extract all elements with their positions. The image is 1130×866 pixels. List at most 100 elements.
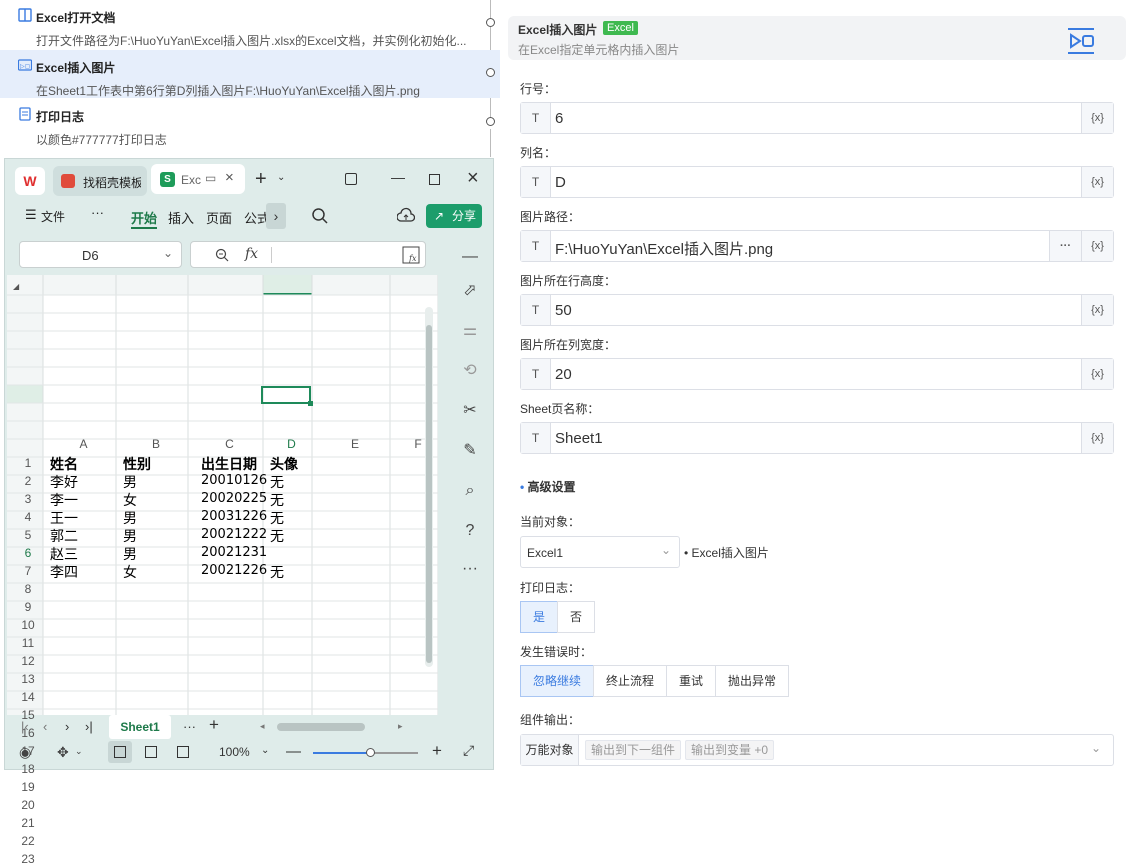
eye-icon[interactable]: ◉	[19, 744, 31, 761]
output-tag-variable[interactable]: 输出到变量 +0	[685, 740, 775, 760]
wps-logo[interactable]: W	[15, 167, 45, 195]
row-header[interactable]: 12	[11, 654, 45, 668]
flow-step-insert-image[interactable]: ▷▢ Excel插入图片 在Sheet1工作表中第6行第D列插入图片F:\Huo…	[0, 50, 500, 98]
connector-node[interactable]	[486, 68, 495, 77]
param-value[interactable]: Sheet1	[555, 430, 603, 447]
row-header[interactable]: 19	[11, 780, 45, 794]
page-layout-icon[interactable]	[145, 746, 157, 758]
vertical-scrollbar[interactable]	[425, 307, 433, 667]
table-cell[interactable]: 赵三	[50, 544, 78, 564]
zoom-slider[interactable]	[313, 748, 418, 757]
more-sheets-icon[interactable]: ···	[183, 719, 196, 734]
column-header[interactable]: C	[192, 435, 267, 453]
row-header[interactable]: 7	[11, 564, 45, 578]
chevron-down-icon[interactable]: ⌄	[163, 246, 173, 260]
table-cell[interactable]: 男	[123, 472, 137, 492]
param-input-4[interactable]: T 20 {x}	[520, 358, 1114, 390]
print-log-yes[interactable]: 是	[520, 601, 558, 633]
table-cell[interactable]: 男	[123, 544, 137, 564]
tools-icon[interactable]: ✂	[458, 399, 482, 423]
param-value[interactable]: F:\HuoYuYan\Excel插入图片.png	[555, 238, 773, 259]
print-log-no[interactable]: 否	[557, 601, 595, 633]
variable-button[interactable]: {x}	[1081, 103, 1113, 133]
param-input-2[interactable]: T F:\HuoYuYan\Excel插入图片.png ··· {x}	[520, 230, 1114, 262]
fx-icon[interactable]: fx	[245, 246, 258, 262]
column-header[interactable]: B	[120, 435, 192, 453]
table-cell[interactable]: 无	[270, 472, 284, 492]
table-cell[interactable]: 20031226	[201, 509, 267, 524]
pointer-icon[interactable]: ⬀	[458, 279, 482, 303]
table-cell[interactable]: 李四	[50, 562, 78, 582]
zoom-value[interactable]: 100%	[219, 745, 250, 759]
tab-insert[interactable]: 插入	[168, 208, 194, 227]
table-cell[interactable]: 出生日期	[201, 454, 257, 474]
page-break-icon[interactable]	[177, 746, 189, 758]
last-sheet-icon[interactable]: ›|	[85, 719, 93, 734]
table-cell[interactable]: 20020225	[201, 491, 267, 506]
add-sheet-icon[interactable]: +	[209, 715, 219, 735]
chevron-down-icon[interactable]: ⌄	[277, 172, 285, 183]
fullscreen-icon[interactable]: ⤢	[463, 742, 474, 759]
row-header[interactable]: 1	[11, 456, 45, 470]
variable-button[interactable]: {x}	[1081, 167, 1113, 197]
on-error-ignore[interactable]: 忽略继续	[520, 665, 594, 697]
row-header[interactable]: 6	[11, 546, 45, 560]
row-header[interactable]: 3	[11, 492, 45, 506]
reading-icon[interactable]: ⌕	[458, 479, 482, 503]
tab-document[interactable]: S Excel ▭ ×	[151, 164, 245, 194]
variable-button[interactable]: {x}	[1081, 231, 1113, 261]
minus-icon[interactable]: —	[458, 245, 482, 269]
more-icon[interactable]: ···	[458, 557, 482, 581]
close-icon[interactable]: ×	[225, 169, 234, 186]
table-cell[interactable]: 女	[123, 490, 137, 510]
scroll-left-icon[interactable]: ◂	[260, 721, 265, 732]
formula-bar[interactable]: fx fx	[190, 241, 426, 268]
add-tab-icon[interactable]: +	[255, 168, 267, 191]
transform-icon[interactable]: ⟲	[458, 359, 482, 383]
scroll-right-icon[interactable]: ▸	[398, 721, 403, 732]
param-value[interactable]: 50	[555, 302, 572, 319]
output-tag-next[interactable]: 输出到下一组件	[585, 740, 682, 760]
table-cell[interactable]: 头像	[270, 454, 298, 474]
table-cell[interactable]: 李好	[50, 472, 78, 492]
adjust-icon[interactable]: ⚌	[458, 319, 482, 343]
table-cell[interactable]: 20021231	[201, 545, 267, 560]
variable-button[interactable]: {x}	[1081, 423, 1113, 453]
tab-start[interactable]: 开始	[131, 208, 157, 227]
on-error-retry[interactable]: 重试	[666, 665, 716, 697]
row-header[interactable]: 23	[11, 852, 45, 866]
row-header[interactable]: 18	[11, 762, 45, 776]
table-cell[interactable]: 男	[123, 508, 137, 528]
search-icon[interactable]	[311, 207, 329, 225]
row-header[interactable]: 2	[11, 474, 45, 488]
connector-node[interactable]	[486, 18, 495, 27]
scrollbar-thumb[interactable]	[426, 325, 432, 663]
zoom-in-icon[interactable]: +	[432, 741, 442, 761]
row-header[interactable]: 13	[11, 672, 45, 686]
param-value[interactable]: 6	[555, 110, 563, 127]
row-header[interactable]: 8	[11, 582, 45, 596]
table-cell[interactable]: 无	[270, 490, 284, 510]
table-cell[interactable]: 李一	[50, 490, 78, 510]
row-header[interactable]: 21	[11, 816, 45, 830]
file-menu[interactable]: 文件	[41, 208, 65, 225]
next-sheet-icon[interactable]: ›	[65, 719, 69, 734]
share-button[interactable]: ↗ 分享	[426, 204, 482, 228]
row-header[interactable]: 10	[11, 618, 45, 632]
row-header[interactable]: 9	[11, 600, 45, 614]
menu-icon[interactable]: ☰	[25, 207, 37, 223]
close-window-icon[interactable]: ×	[467, 167, 479, 190]
fill-handle[interactable]	[308, 401, 313, 406]
column-header[interactable]: F	[394, 435, 442, 453]
first-sheet-icon[interactable]: |‹	[21, 719, 29, 734]
more-menu[interactable]: ···	[91, 205, 104, 220]
zoom-lookup-icon[interactable]	[215, 248, 229, 262]
table-cell[interactable]: 女	[123, 562, 137, 582]
param-input-0[interactable]: T 6 {x}	[520, 102, 1114, 134]
table-cell[interactable]: 20010126	[201, 473, 267, 488]
column-header[interactable]: E	[316, 435, 394, 453]
table-cell[interactable]: 无	[270, 562, 284, 582]
table-cell[interactable]: 郭二	[50, 526, 78, 546]
zoom-out-icon[interactable]: —	[286, 743, 301, 760]
row-header[interactable]: 20	[11, 798, 45, 812]
